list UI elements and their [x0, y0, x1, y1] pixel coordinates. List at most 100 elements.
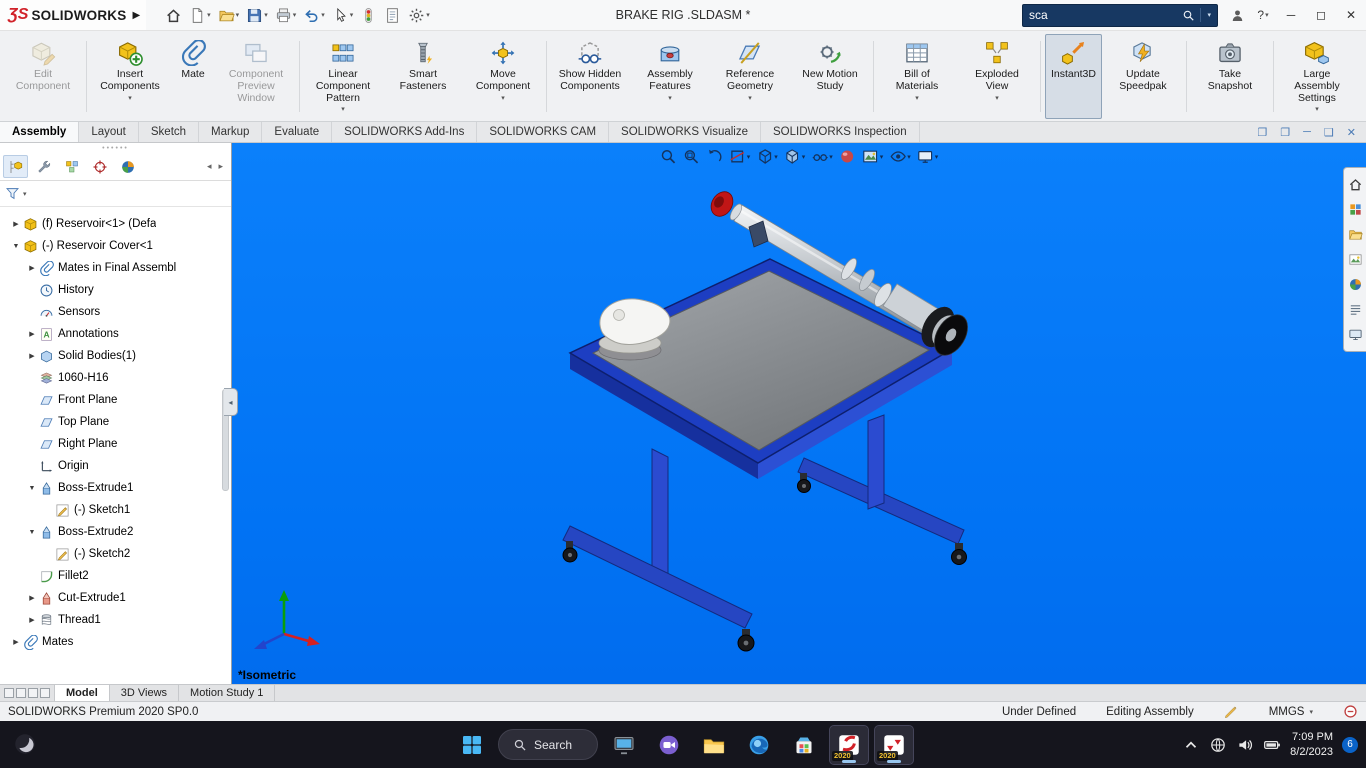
view-orientation-button[interactable]: ▾: [755, 147, 779, 166]
select-button[interactable]: ▾: [329, 5, 357, 26]
taskbar-app-file-explorer-app[interactable]: [695, 726, 733, 764]
search-input[interactable]: [1029, 8, 1178, 22]
tree-item-f-reservoir-1-defa[interactable]: ▶ (f) Reservoir<1> (Defa: [0, 213, 231, 235]
tab-assembly[interactable]: Assembly: [0, 122, 80, 142]
file-explorer-tab[interactable]: [1344, 222, 1366, 247]
display-style-button[interactable]: ▾: [783, 147, 807, 166]
doc-minimize-icon[interactable]: ─: [1303, 126, 1311, 138]
help-button[interactable]: ? ▾: [1250, 0, 1276, 30]
collapse-arrow-icon[interactable]: ▼: [26, 529, 38, 536]
reference-geometry-button[interactable]: Reference Geometry ▾: [711, 34, 789, 119]
expand-arrow-icon[interactable]: ▶: [26, 594, 38, 602]
move-component-button[interactable]: Move Component ▾: [464, 34, 542, 119]
hidden-icons-chevron-icon[interactable]: [1182, 736, 1200, 754]
expand-arrow-icon[interactable]: ▶: [26, 616, 38, 624]
tree-item-fillet2[interactable]: Fillet2: [0, 565, 231, 587]
tree-item-cut-extrude1[interactable]: ▶ Cut-Extrude1: [0, 587, 231, 609]
search-icon[interactable]: [1182, 9, 1195, 22]
doc-tab-model[interactable]: Model: [55, 685, 110, 701]
logo-flyout-arrow-icon[interactable]: ▶: [132, 10, 140, 21]
doc-cascade-icon[interactable]: ❐: [1280, 126, 1290, 139]
graphics-area[interactable]: ▾ ▾ ▾ ▾ ▾ ▾ ▾ *Isometric: [232, 143, 1366, 684]
window-split-icon[interactable]: [16, 688, 26, 698]
tabs-scroll-left-icon[interactable]: ◂: [207, 161, 212, 172]
collapse-arrow-icon[interactable]: ▼: [26, 485, 38, 492]
tree-item-sketch2[interactable]: (-) Sketch2: [0, 543, 231, 565]
previous-view-button[interactable]: [705, 147, 724, 166]
maximize-button[interactable]: ◻: [1306, 0, 1336, 30]
tree-item-mates[interactable]: ▶ Mates: [0, 631, 231, 653]
options-button[interactable]: ▾: [405, 5, 433, 26]
doc-restore-icon[interactable]: ❑: [1324, 126, 1334, 139]
tree-item-history[interactable]: History: [0, 279, 231, 301]
custom-properties-tab[interactable]: [1344, 297, 1366, 322]
instant3d-button[interactable]: Instant3D: [1045, 34, 1102, 119]
tree-item-sketch1[interactable]: (-) Sketch1: [0, 499, 231, 521]
model-caliper-plate[interactable]: [598, 298, 671, 361]
start-button[interactable]: [453, 726, 491, 764]
tab-layout[interactable]: Layout: [79, 122, 139, 142]
doc-tab-motion-study-1[interactable]: Motion Study 1: [179, 685, 276, 701]
section-view-button[interactable]: ▾: [728, 147, 752, 166]
expand-arrow-icon[interactable]: ▶: [26, 264, 38, 272]
status-tag-icon[interactable]: [1343, 704, 1358, 719]
configuration-manager-tab[interactable]: [59, 155, 84, 178]
appearances-scenes-tab[interactable]: [1344, 272, 1366, 297]
command-search-box[interactable]: ▾: [1022, 3, 1218, 27]
tab-sketch[interactable]: Sketch: [139, 122, 200, 142]
show-hidden-components-button[interactable]: Show Hidden Components: [551, 34, 629, 119]
widgets-button[interactable]: [8, 727, 42, 761]
exploded-view-button[interactable]: Exploded View ▾: [958, 34, 1036, 119]
tree-item-1060-h16[interactable]: 1060-H16: [0, 367, 231, 389]
tab-evaluate[interactable]: Evaluate: [262, 122, 333, 142]
close-button[interactable]: ✕: [1336, 0, 1366, 30]
minimize-button[interactable]: ─: [1276, 0, 1306, 30]
new-motion-study-button[interactable]: New Motion Study: [791, 34, 869, 119]
tree-item-boss-extrude2[interactable]: ▼ Boss-Extrude2: [0, 521, 231, 543]
insert-components-button[interactable]: Insert Components ▾: [91, 34, 169, 119]
view-settings-button[interactable]: ▾: [888, 147, 912, 166]
tree-item-boss-extrude1[interactable]: ▼ Boss-Extrude1: [0, 477, 231, 499]
property-manager-tab[interactable]: [31, 155, 56, 178]
taskbar-search[interactable]: Search: [498, 729, 598, 760]
hide-show-items-button[interactable]: ▾: [810, 147, 834, 166]
collapse-arrow-icon[interactable]: ▼: [10, 243, 22, 250]
zoom-to-area-button[interactable]: [682, 147, 701, 166]
solidworks-resources-tab[interactable]: [1344, 172, 1366, 197]
large-assembly-settings-button[interactable]: Large Assembly Settings ▾: [1278, 34, 1356, 119]
window-split-icon[interactable]: [28, 688, 38, 698]
tab-solidworks-cam[interactable]: SOLIDWORKS CAM: [477, 122, 610, 142]
doc-tab-3d-views[interactable]: 3D Views: [110, 685, 180, 701]
taskbar-app-solidworks-2020[interactable]: 2020: [829, 724, 869, 765]
view-palette-tab[interactable]: [1344, 247, 1366, 272]
taskbar-app-desktop-app[interactable]: [605, 726, 643, 764]
tab-solidworks-inspection[interactable]: SOLIDWORKS Inspection: [761, 122, 920, 142]
bill-of-materials-button[interactable]: Bill of Materials ▾: [878, 34, 956, 119]
network-icon[interactable]: [1209, 736, 1227, 754]
tree-item-origin[interactable]: Origin: [0, 455, 231, 477]
screen-capture-tab[interactable]: [1344, 322, 1366, 347]
assembly-model[interactable]: [232, 143, 1366, 684]
taskbar-app-meet-now[interactable]: [650, 726, 688, 764]
update-speedpak-button[interactable]: Update Speedpak: [1104, 34, 1182, 119]
expand-arrow-icon[interactable]: ▶: [10, 638, 22, 646]
save-button[interactable]: ▾: [243, 5, 271, 26]
zoom-to-fit-button[interactable]: [659, 147, 678, 166]
undo-button[interactable]: ▾: [300, 5, 328, 26]
doc-new-window-icon[interactable]: ❐: [1257, 126, 1267, 139]
design-library-tab[interactable]: [1344, 197, 1366, 222]
doc-close-icon[interactable]: ✕: [1347, 126, 1356, 139]
rebuild-button[interactable]: [357, 5, 380, 26]
dimxpert-manager-tab[interactable]: [87, 155, 112, 178]
print-button[interactable]: ▾: [272, 5, 300, 26]
expand-arrow-icon[interactable]: ▶: [26, 330, 38, 338]
tab-solidworks-add-ins[interactable]: SOLIDWORKS Add-Ins: [332, 122, 478, 142]
taskbar-app-edge-browser[interactable]: [740, 726, 778, 764]
tree-item-sensors[interactable]: Sensors: [0, 301, 231, 323]
tree-item-thread1[interactable]: ▶ Thread1: [0, 609, 231, 631]
filter-icon[interactable]: [5, 186, 20, 201]
expand-arrow-icon[interactable]: ▶: [10, 220, 22, 228]
search-options-caret-icon[interactable]: ▾: [1207, 11, 1211, 19]
tabs-scroll-right-icon[interactable]: ▸: [218, 161, 223, 172]
expand-arrow-icon[interactable]: ▶: [26, 352, 38, 360]
